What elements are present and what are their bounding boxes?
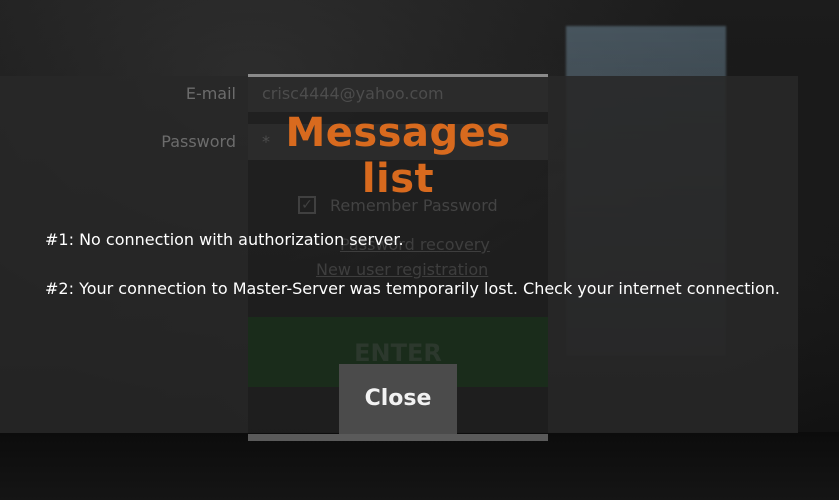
email-label: E-mail <box>185 84 236 103</box>
close-button[interactable]: Close <box>339 364 457 434</box>
dialog-bottom-border <box>248 434 548 441</box>
message-item: #2: Your connection to Master-Server was… <box>45 279 780 298</box>
background-strip <box>0 432 839 500</box>
password-label: Password <box>161 132 236 151</box>
dialog-title: Messages list <box>285 110 511 202</box>
message-item: #1: No connection with authorization ser… <box>45 230 404 249</box>
dialog-top-border <box>248 74 548 77</box>
